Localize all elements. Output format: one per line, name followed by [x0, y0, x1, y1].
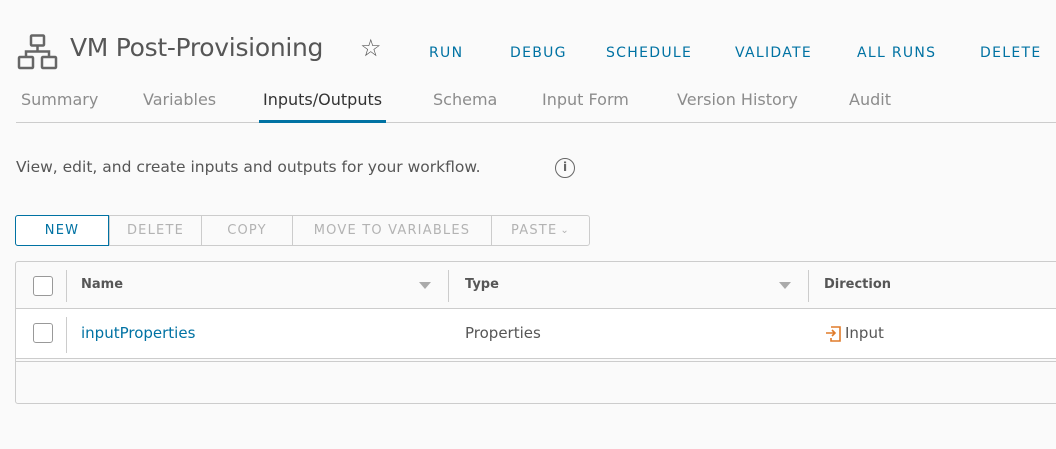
select-all-checkbox[interactable] — [33, 276, 53, 296]
debug-button[interactable]: DEBUG — [510, 45, 567, 61]
filter-icon[interactable] — [419, 282, 431, 289]
tab-input-form[interactable]: Input Form — [538, 90, 633, 123]
column-header-direction[interactable]: Direction — [824, 277, 891, 292]
page-title: VM Post-Provisioning — [70, 33, 324, 62]
toolbar: NEW DELETE COPY MOVE TO VARIABLES PASTE ⌄ — [15, 215, 590, 246]
chevron-down-icon: ⌄ — [560, 225, 570, 236]
paste-label: PASTE — [511, 223, 558, 238]
copy-button[interactable]: COPY — [201, 216, 292, 245]
all-runs-button[interactable]: ALL RUNS — [857, 45, 936, 61]
table-footer — [16, 361, 1056, 403]
column-divider — [66, 317, 67, 353]
run-button[interactable]: RUN — [429, 45, 463, 61]
delete-button[interactable]: DELETE — [109, 216, 201, 245]
tab-audit[interactable]: Audit — [845, 90, 895, 123]
delete-workflow-button[interactable]: DELETE — [980, 45, 1041, 61]
row-checkbox[interactable] — [33, 323, 53, 343]
tab-variables[interactable]: Variables — [139, 90, 220, 123]
tab-version-history[interactable]: Version History — [673, 90, 802, 123]
tab-bar: Summary Variables Inputs/Outputs Schema … — [16, 90, 1056, 123]
input-direction-icon — [826, 326, 841, 342]
column-header-name[interactable]: Name — [81, 277, 123, 292]
table-row[interactable]: inputProperties Properties Input — [16, 309, 1056, 359]
row-type: Properties — [465, 324, 541, 342]
description: View, edit, and create inputs and output… — [16, 158, 481, 176]
new-button[interactable]: NEW — [15, 215, 109, 246]
tab-schema[interactable]: Schema — [429, 90, 501, 123]
favorite-star-icon[interactable]: ☆ — [360, 34, 382, 62]
schedule-button[interactable]: SCHEDULE — [606, 45, 692, 61]
paste-dropdown[interactable]: PASTE ⌄ — [491, 216, 589, 245]
tab-inputs-outputs[interactable]: Inputs/Outputs — [259, 90, 387, 123]
filter-icon[interactable] — [779, 282, 791, 289]
tab-summary[interactable]: Summary — [17, 90, 102, 123]
workflow-icon — [17, 34, 58, 70]
info-icon[interactable]: i — [555, 158, 575, 178]
column-divider — [66, 270, 67, 302]
move-to-variables-button[interactable]: MOVE TO VARIABLES — [292, 216, 491, 245]
row-direction: Input — [845, 324, 884, 342]
row-name-link[interactable]: inputProperties — [81, 324, 195, 342]
validate-button[interactable]: VALIDATE — [735, 45, 812, 61]
column-header-type[interactable]: Type — [465, 277, 499, 292]
inputs-outputs-table: Name Type Direction inputProperties Prop… — [15, 261, 1056, 404]
table-header: Name Type Direction — [16, 262, 1056, 309]
column-divider — [448, 270, 449, 302]
column-divider — [808, 270, 809, 302]
